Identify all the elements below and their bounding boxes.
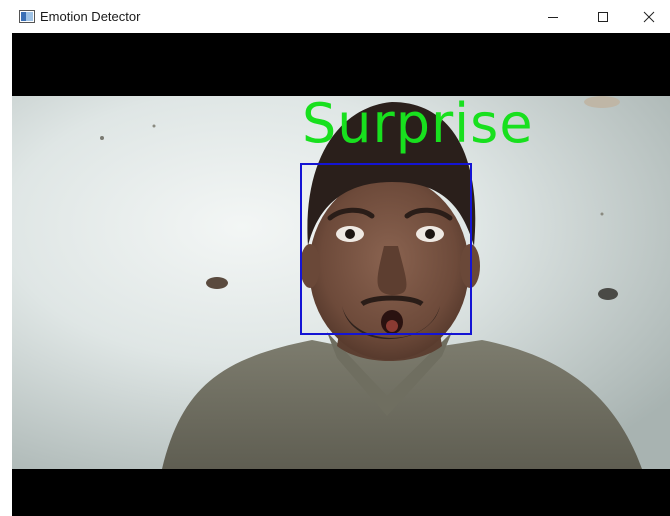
close-icon [643, 11, 655, 23]
app-window-icon [19, 10, 35, 23]
title-bar[interactable]: Emotion Detector [0, 0, 670, 33]
minimize-button[interactable] [530, 0, 576, 33]
emotion-label: Surprise [302, 96, 534, 155]
emotion-detector-window: Emotion Detector Surprise [0, 0, 670, 516]
camera-frame: Surprise [12, 96, 670, 469]
minimize-icon [547, 11, 559, 23]
face-bounding-box [300, 163, 472, 335]
maximize-button[interactable] [580, 0, 626, 33]
close-button[interactable] [626, 0, 670, 33]
window-title: Emotion Detector [40, 9, 141, 24]
maximize-icon [597, 11, 609, 23]
video-viewport: Surprise [12, 33, 670, 516]
